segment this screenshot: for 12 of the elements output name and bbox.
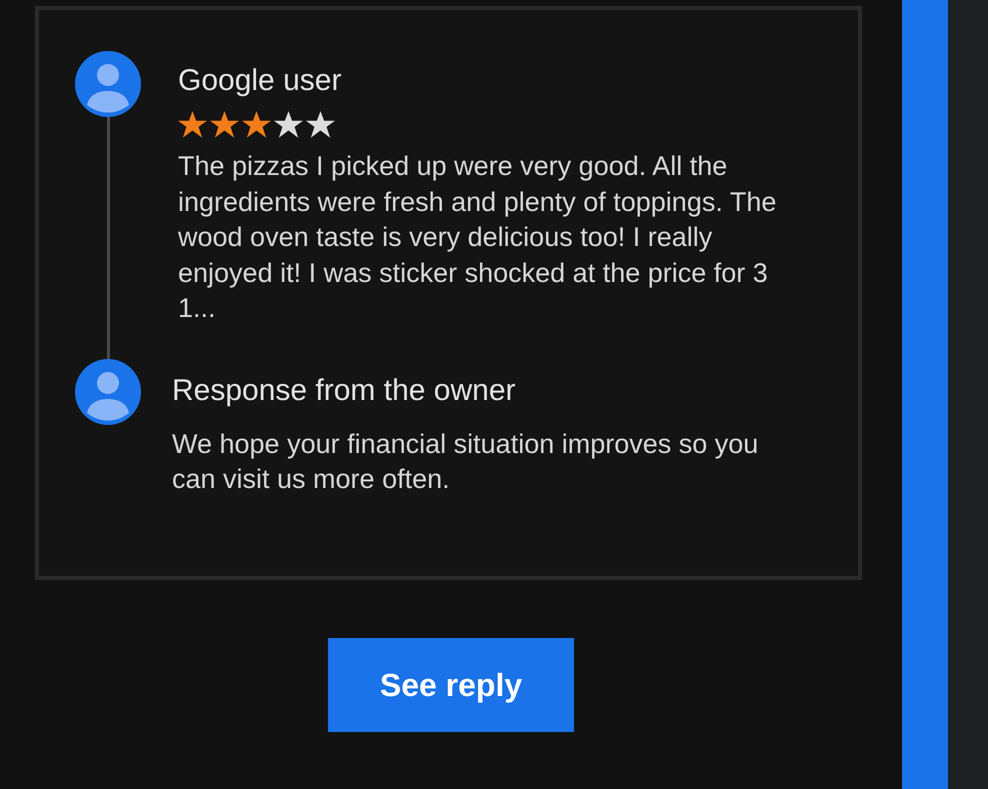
star-icon	[210, 111, 239, 139]
reviewer-name: Google user	[178, 63, 342, 99]
avatar-icon	[75, 358, 141, 424]
response-title: Response from the owner	[172, 372, 517, 408]
see-reply-button[interactable]: See reply	[328, 638, 574, 732]
star-icon	[274, 111, 303, 139]
star-icon	[306, 111, 335, 139]
review-text: The pizzas I picked up were very good. All the ingredients were fresh and plenty of toppings. The wood oven taste is very delicious too! I really enjoyed it! I was sticker shocked at the price for 3 1...	[178, 150, 778, 325]
response-text: We hope your financial situation improves so you can visit us more often.	[172, 428, 760, 496]
star-icon	[178, 111, 207, 139]
avatar-icon	[75, 51, 141, 117]
star-icon	[242, 111, 271, 139]
